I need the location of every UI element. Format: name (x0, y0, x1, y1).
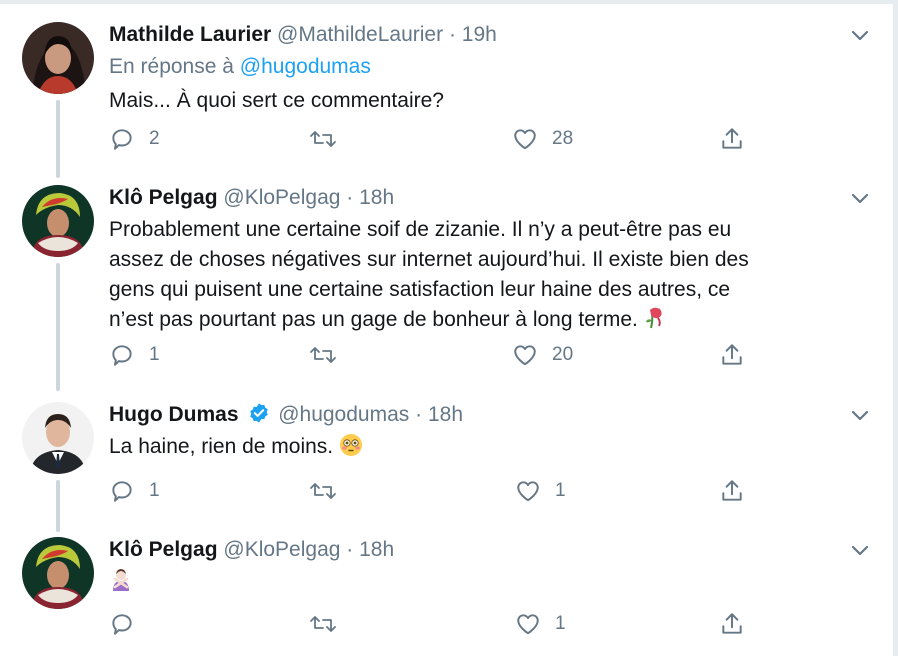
tweet-3[interactable]: Hugo Dumas @hugodumas · 18h La haine, ri… (0, 392, 893, 532)
tweet-1[interactable]: Mathilde Laurier @MathildeLaurier · 19h … (0, 0, 893, 178)
like-button[interactable]: 1 (515, 476, 566, 506)
reply-icon (112, 614, 132, 635)
share-button[interactable] (719, 609, 745, 639)
tweet-text-line: gens qui puisent une certaine satisfacti… (109, 278, 731, 301)
caret-down-icon[interactable] (850, 28, 870, 42)
share-icon (722, 480, 742, 501)
reply-button[interactable]: 1 (109, 476, 160, 506)
tweet-actions: 2 28 (109, 124, 769, 154)
like-count: 1 (555, 613, 566, 634)
tweet-text: La haine, rien de moins. (109, 432, 849, 466)
caret-down-icon[interactable] (850, 408, 870, 422)
tweet-text-line: n’est pas pourtant pas un gage de bonheu… (109, 308, 638, 331)
share-icon (722, 613, 742, 634)
tweet-text (109, 566, 849, 600)
author-handle[interactable]: @KloPelgag (223, 186, 340, 209)
tweet-header: Mathilde Laurier @MathildeLaurier · 19h (109, 22, 497, 48)
avatar-hugo-dumas[interactable] (22, 402, 94, 474)
thread-line (56, 100, 60, 178)
wilted-rose-emoji (644, 306, 666, 339)
retweet-icon (310, 347, 336, 363)
tweet-text-line: assez de choses négatives sur internet a… (109, 248, 749, 271)
author-name[interactable]: Klô Pelgag (109, 538, 218, 561)
share-button[interactable] (719, 124, 745, 154)
separator-dot: · (448, 23, 456, 46)
retweet-icon (310, 131, 336, 147)
author-name[interactable]: Hugo Dumas (109, 403, 239, 426)
avatar-klo-pelgag[interactable] (22, 537, 94, 609)
retweet-button[interactable] (309, 340, 337, 370)
share-button[interactable] (719, 476, 745, 506)
tweet-time[interactable]: 18h (428, 403, 463, 426)
like-count: 1 (555, 480, 566, 501)
author-name[interactable]: Klô Pelgag (109, 186, 218, 209)
like-button[interactable]: 20 (512, 340, 573, 370)
author-name[interactable]: Mathilde Laurier (109, 23, 271, 46)
thread-line (56, 263, 60, 391)
reply-count: 1 (149, 480, 160, 501)
reply-button[interactable] (109, 609, 135, 639)
reply-icon (112, 345, 132, 366)
reply-count: 1 (149, 344, 160, 365)
like-icon (517, 614, 539, 635)
tweet-text: Probablement une certaine soif de zizani… (109, 215, 849, 339)
tweet-actions: 1 1 (109, 476, 769, 506)
separator-dot: · (346, 186, 354, 209)
tweet-text-line-last: n’est pas pourtant pas un gage de bonheu… (109, 305, 849, 339)
tweet-header: Klô Pelgag @KloPelgag · 18h (109, 185, 394, 211)
frame-right-border (893, 0, 898, 656)
tweet-actions: 1 (109, 609, 769, 639)
reply-prefix: En réponse à (109, 55, 234, 78)
reply-button[interactable]: 1 (109, 340, 160, 370)
separator-dot: · (415, 403, 423, 426)
reply-handle-link[interactable]: @hugodumas (240, 55, 371, 78)
like-icon (514, 345, 536, 366)
tweet-actions: 1 20 (109, 340, 769, 370)
share-button[interactable] (719, 340, 745, 370)
like-count: 28 (552, 128, 574, 149)
share-icon (722, 128, 742, 149)
caret-down-icon[interactable] (850, 543, 870, 557)
like-button[interactable]: 28 (512, 124, 573, 154)
separator-dot: · (346, 538, 354, 561)
verified-badge-icon (248, 402, 270, 431)
like-count: 20 (552, 344, 574, 365)
tweet-text-content: La haine, rien de moins. (109, 435, 334, 458)
person-gesturing-no-emoji (109, 567, 133, 600)
tweet-time[interactable]: 19h (462, 23, 497, 46)
reply-context: En réponse à @hugodumas (109, 54, 371, 80)
reply-icon (112, 481, 132, 502)
flushed-face-emoji (339, 433, 363, 466)
author-handle[interactable]: @hugodumas (278, 403, 409, 426)
tweet-time[interactable]: 18h (359, 538, 394, 561)
reply-button[interactable]: 2 (109, 124, 160, 154)
thread-line (56, 480, 60, 532)
tweet-text: Mais... À quoi sert ce commentaire? (109, 89, 444, 112)
retweet-button[interactable] (309, 124, 337, 154)
author-handle[interactable]: @KloPelgag (223, 538, 340, 561)
tweet-text-line: Probablement une certaine soif de zizani… (109, 218, 732, 241)
like-icon (517, 481, 539, 502)
like-icon (514, 129, 536, 150)
tweet-header: Hugo Dumas @hugodumas · 18h (109, 402, 463, 431)
retweet-icon (310, 616, 336, 632)
tweet-4[interactable]: Klô Pelgag @KloPelgag · 18h 1 (0, 530, 893, 656)
retweet-icon (310, 483, 336, 499)
tweet-time[interactable]: 18h (359, 186, 394, 209)
avatar-mathilde-laurier[interactable] (22, 22, 94, 94)
retweet-button[interactable] (309, 476, 337, 506)
reply-icon (112, 129, 132, 150)
caret-down-icon[interactable] (850, 191, 870, 205)
reply-count: 2 (149, 128, 160, 149)
like-button[interactable]: 1 (515, 609, 566, 639)
share-icon (722, 344, 742, 365)
avatar-klo-pelgag[interactable] (22, 185, 94, 257)
retweet-button[interactable] (309, 609, 337, 639)
author-handle[interactable]: @MathildeLaurier (277, 23, 443, 46)
tweet-2[interactable]: Klô Pelgag @KloPelgag · 18h Probablement… (0, 175, 893, 392)
tweet-header: Klô Pelgag @KloPelgag · 18h (109, 537, 394, 563)
